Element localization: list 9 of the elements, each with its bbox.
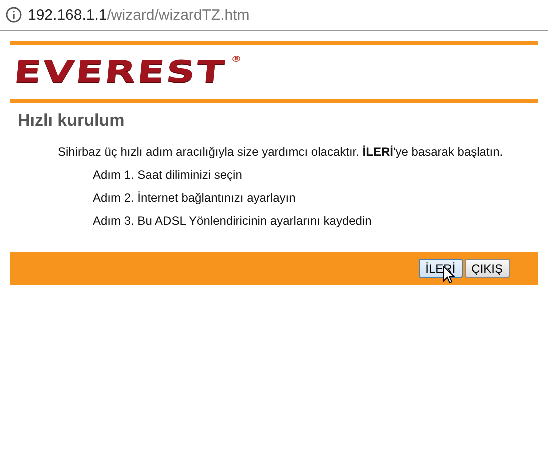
step-text: Adım 1. Saat diliminizi seçin xyxy=(93,168,244,182)
logo: EVEREST® xyxy=(12,54,244,90)
url-text[interactable]: 192.168.1.1/wizard/wizardTZ.htm xyxy=(28,6,250,24)
step-text: Adım 2. İnternet bağlantınızı ayarlayın xyxy=(93,191,297,205)
page-title: Hızlı kurulum xyxy=(18,111,126,131)
info-icon xyxy=(6,7,22,23)
wizard-button[interactable]: ÇIKIŞ xyxy=(464,259,510,278)
intro-text: Sihirbaz üç hızlı adım aracılığıyla size yardımcı olacaktır. İLERİ'ye basarak başlatın. xyxy=(58,145,504,159)
step-text: Adım 3. Bu ADSL Yönlendiricinin ayarlarını kaydedin xyxy=(93,214,373,228)
